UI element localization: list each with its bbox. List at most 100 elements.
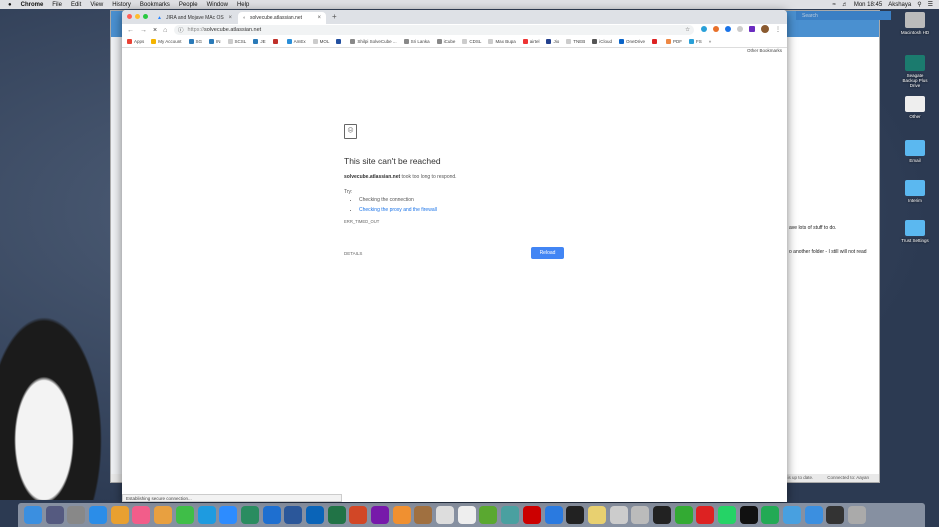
reload-button[interactable]: Reload [531,247,564,259]
extension-icon[interactable] [737,26,743,32]
bookmark-item[interactable]: iCloud [592,39,612,44]
bookmark-item[interactable]: airtel [522,39,539,44]
bookmark-item[interactable] [336,39,343,44]
bookmark-item[interactable]: Jio [546,39,559,44]
dock-app-icon[interactable] [674,506,693,524]
extension-icon[interactable] [713,26,719,32]
back-icon[interactable]: ← [127,27,134,34]
menu-people[interactable]: People [179,2,198,8]
dock-app-icon[interactable] [24,506,42,524]
bookmark-item[interactable]: Max Bupa [488,39,516,44]
details-button[interactable]: DETAILS [344,251,362,256]
bookmark-item[interactable]: CDSL [462,39,481,44]
desktop-icon[interactable]: Email [900,140,930,163]
bookmark-item[interactable]: My Account [151,39,182,44]
dock-app-icon[interactable] [544,506,563,524]
dock-app-icon[interactable] [761,506,780,524]
bookmark-item[interactable]: TNEB [566,39,585,44]
dock-app-icon[interactable] [240,506,259,524]
clock[interactable]: Mon 18:45 [854,2,882,8]
dock-app-icon[interactable] [848,506,867,524]
bookmark-item[interactable] [272,39,280,44]
bookmark-item[interactable]: iCube [436,39,455,44]
desktop-icon[interactable]: Macintosh HD [900,12,930,35]
home-icon[interactable]: ⌂ [163,27,167,34]
bookmark-item[interactable]: Shilpi SolveCube ... [350,39,397,44]
dock-app-icon[interactable] [132,506,151,524]
bookmark-item[interactable]: PDF [666,39,682,44]
dock-app-icon[interactable] [175,506,194,524]
apple-menu-icon[interactable]: ● [8,2,12,8]
menu-window[interactable]: Window [207,2,228,8]
volume-icon[interactable]: ♬ [842,2,848,8]
extension-icon[interactable] [701,26,707,32]
bookmark-item[interactable]: MOL [312,39,329,44]
desktop-icon[interactable]: Other [900,96,930,119]
profile-avatar[interactable] [761,25,769,33]
dock-app-icon[interactable] [154,506,173,524]
dock-app-icon[interactable] [718,506,736,524]
extension-icon[interactable] [725,26,731,32]
close-tab-icon[interactable]: × [228,15,232,21]
user-name[interactable]: Akshaya [888,2,911,8]
desktop-icon[interactable]: Interim [900,180,930,203]
dock-app-icon[interactable] [804,506,823,524]
bookmark-item[interactable]: JE [253,39,266,44]
wifi-icon[interactable]: ≈ [833,2,836,8]
menu-bookmarks[interactable]: Bookmarks [140,2,170,8]
dock-app-icon[interactable] [501,506,520,524]
dock-app-icon[interactable] [609,506,628,524]
dock-app-icon[interactable] [67,506,86,524]
desktop-icon[interactable]: Trust Settings [900,220,930,243]
bookmark-item[interactable]: OneDrive [619,39,645,44]
stop-icon[interactable]: × [153,27,157,34]
bookmark-item[interactable]: Sri Lanka [403,39,430,44]
dock-app-icon[interactable] [631,506,650,524]
close-window-button[interactable] [127,14,132,19]
dock-app-icon[interactable] [305,506,324,524]
bookmark-item[interactable]: FS [689,39,702,44]
dock-app-icon[interactable] [284,506,303,524]
dock-app-icon[interactable] [45,506,64,524]
dock-app-icon[interactable] [522,506,541,524]
outlook-search-input[interactable]: Search [796,11,891,20]
new-tab-button[interactable]: + [332,12,337,21]
dock-app-icon[interactable] [89,506,108,524]
menu-edit[interactable]: Edit [71,2,81,8]
dock-app-icon[interactable] [371,506,389,524]
bookmark-item[interactable]: SG [188,39,202,44]
dock-app-icon[interactable] [392,506,411,524]
bookmark-item[interactable]: » [709,39,712,44]
dock-app-icon[interactable] [262,506,281,524]
close-tab-icon[interactable]: × [317,15,321,21]
dock-app-icon[interactable] [479,506,498,524]
dock-app-icon[interactable] [457,506,476,524]
minimize-window-button[interactable] [135,14,140,19]
dock-app-icon[interactable] [587,506,606,524]
menu-file[interactable]: File [52,2,62,8]
dock-app-icon[interactable] [652,506,671,524]
menu-view[interactable]: View [90,2,103,8]
dock-app-icon[interactable] [349,506,368,524]
notification-center-icon[interactable]: ☰ [928,1,933,8]
bookmark-item[interactable]: AmEx [286,39,306,44]
menu-help[interactable]: Help [237,2,249,8]
desktop-icon[interactable]: Seagate Backup Plus Drive [900,55,930,88]
chrome-menu-icon[interactable]: ⋮ [775,26,781,33]
bookmark-item[interactable] [652,39,659,44]
dock-app-icon[interactable] [739,506,758,524]
bookmark-item[interactable]: SCSL [227,39,246,44]
extension-icon[interactable] [749,26,755,32]
dock-app-icon[interactable] [783,506,802,524]
dock-app-icon[interactable] [327,506,346,524]
address-bar[interactable]: ⓘ https://solvecube.atlassian.net ☆ [174,25,694,35]
spotlight-icon[interactable]: ⚲ [917,1,921,8]
menu-app-name[interactable]: Chrome [21,2,44,8]
dock-app-icon[interactable] [696,506,715,524]
proxy-firewall-link[interactable]: Checking the proxy and the firewall [359,207,437,213]
dock-app-icon[interactable] [436,506,455,524]
dock-app-icon[interactable] [826,506,845,524]
dock-app-icon[interactable] [110,506,129,524]
dock-app-icon[interactable] [414,506,433,524]
tab-jira[interactable]: ▲ JIRA and Mojave MAc OS × [152,12,237,24]
